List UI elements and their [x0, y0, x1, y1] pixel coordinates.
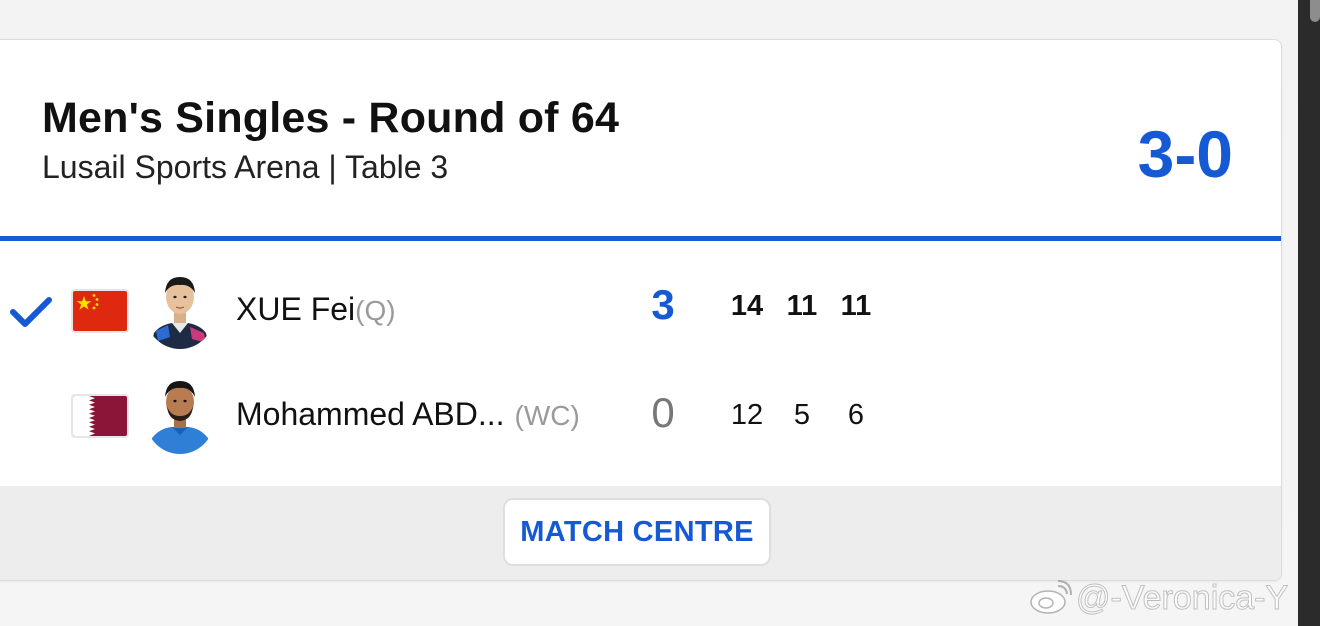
games-won: 0 [651, 389, 675, 436]
set-score: 11 [840, 290, 872, 322]
games-won: 3 [651, 281, 675, 328]
match-centre-button[interactable]: MATCH CENTRE [503, 498, 771, 566]
weibo-icon [1030, 580, 1072, 614]
china-flag-icon [71, 289, 129, 333]
set-score: 12 [730, 399, 764, 431]
player-name-text[interactable]: Mohammed ABD... [236, 396, 505, 432]
screen: Men's Singles - Round of 64 Lusail Sport… [0, 0, 1320, 626]
qatar-flag-icon [71, 394, 129, 438]
player-name-text[interactable]: XUE Fei [236, 291, 355, 327]
set-score: 14 [730, 290, 764, 322]
scrollbar-thumb[interactable] [1310, 0, 1320, 22]
qualifier-tag: (Q) [355, 295, 396, 326]
match-score: 3-0 [1137, 117, 1233, 191]
player-avatar [146, 277, 214, 349]
wildcard-tag: (WC) [514, 400, 580, 431]
match-card: Men's Singles - Round of 64 Lusail Sport… [0, 39, 1282, 581]
player-row-loser[interactable]: Mohammed ABD... (WC) 0 12 5 6 [0, 362, 1281, 468]
player-name[interactable]: XUE Fei(Q) [236, 291, 396, 328]
player-name[interactable]: Mohammed ABD... (WC) [236, 396, 580, 433]
venue-label: Lusail Sports Arena | Table 3 [42, 149, 449, 185]
window-edge [1298, 0, 1320, 626]
player-row-winner[interactable]: XUE Fei(Q) 3 14 11 11 [0, 257, 1281, 363]
event-title: Men's Singles - Round of 64 [42, 94, 620, 142]
set-score: 11 [786, 290, 818, 322]
match-header: Men's Singles - Round of 64 Lusail Sport… [0, 40, 1281, 238]
checkmark-icon [10, 297, 52, 327]
set-score: 6 [847, 399, 865, 431]
player-avatar [146, 381, 214, 454]
watermark: @-Veronica-Y [1028, 576, 1289, 620]
card-footer: MATCH CENTRE [0, 486, 1281, 580]
set-score: 5 [793, 399, 811, 431]
watermark-text: @-Veronica-Y [1075, 578, 1289, 617]
header-divider [0, 236, 1281, 241]
